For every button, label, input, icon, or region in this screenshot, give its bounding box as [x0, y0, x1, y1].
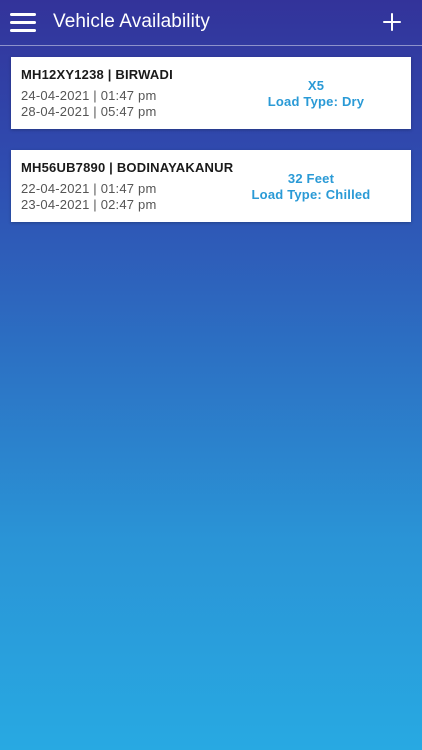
menu-line — [10, 13, 36, 16]
vehicle-card[interactable]: MH56UB7890 | BODINAYAKANUR 22-04-2021 | … — [11, 150, 411, 222]
menu-line — [10, 29, 36, 32]
load-type: Load Type: Chilled — [251, 187, 371, 202]
available-from: 22-04-2021 | 01:47 pm — [21, 181, 157, 196]
vehicle-heading: MH56UB7890 | BODINAYAKANUR — [21, 160, 234, 175]
load-type: Load Type: Dry — [267, 94, 365, 109]
app-bar: Vehicle Availability — [0, 0, 422, 46]
vehicle-heading: MH12XY1238 | BIRWADI — [21, 67, 173, 82]
vehicle-size: 32 Feet — [287, 171, 335, 186]
hamburger-menu-icon[interactable] — [10, 12, 36, 34]
vehicle-card[interactable]: MH12XY1238 | BIRWADI 24-04-2021 | 01:47 … — [11, 57, 411, 129]
vehicle-size: X5 — [307, 78, 325, 93]
page-title: Vehicle Availability — [53, 11, 210, 32]
available-from: 24-04-2021 | 01:47 pm — [21, 88, 157, 103]
available-to: 23-04-2021 | 02:47 pm — [21, 197, 157, 212]
available-to: 28-04-2021 | 05:47 pm — [21, 104, 157, 119]
plus-icon[interactable] — [382, 12, 402, 32]
menu-line — [10, 21, 36, 24]
